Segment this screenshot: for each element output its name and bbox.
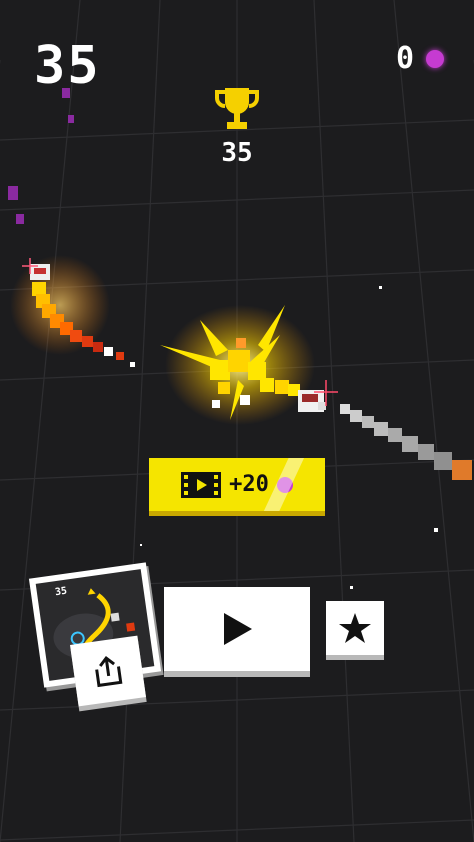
film-icon <box>181 471 222 498</box>
share-button[interactable] <box>70 635 146 707</box>
right-trail <box>340 404 472 480</box>
trophy-icon <box>215 88 259 129</box>
play-button[interactable] <box>164 587 310 671</box>
gem-icon <box>276 476 293 493</box>
best-score: 35 <box>221 138 253 168</box>
gem-counter: 0 <box>396 44 444 74</box>
floating-gems <box>8 88 74 224</box>
reward-amount: +20 <box>229 472 269 497</box>
rate-button[interactable] <box>326 601 384 655</box>
gem-count: 0 <box>395 41 414 76</box>
gem-icon <box>426 50 444 68</box>
star-icon <box>339 613 371 643</box>
play-icon <box>224 613 252 645</box>
best-score-panel: 35 <box>207 86 267 166</box>
share-icon <box>95 656 123 688</box>
watch-ad-reward-button[interactable]: +20 <box>149 458 325 516</box>
current-score: 35 <box>34 36 101 96</box>
